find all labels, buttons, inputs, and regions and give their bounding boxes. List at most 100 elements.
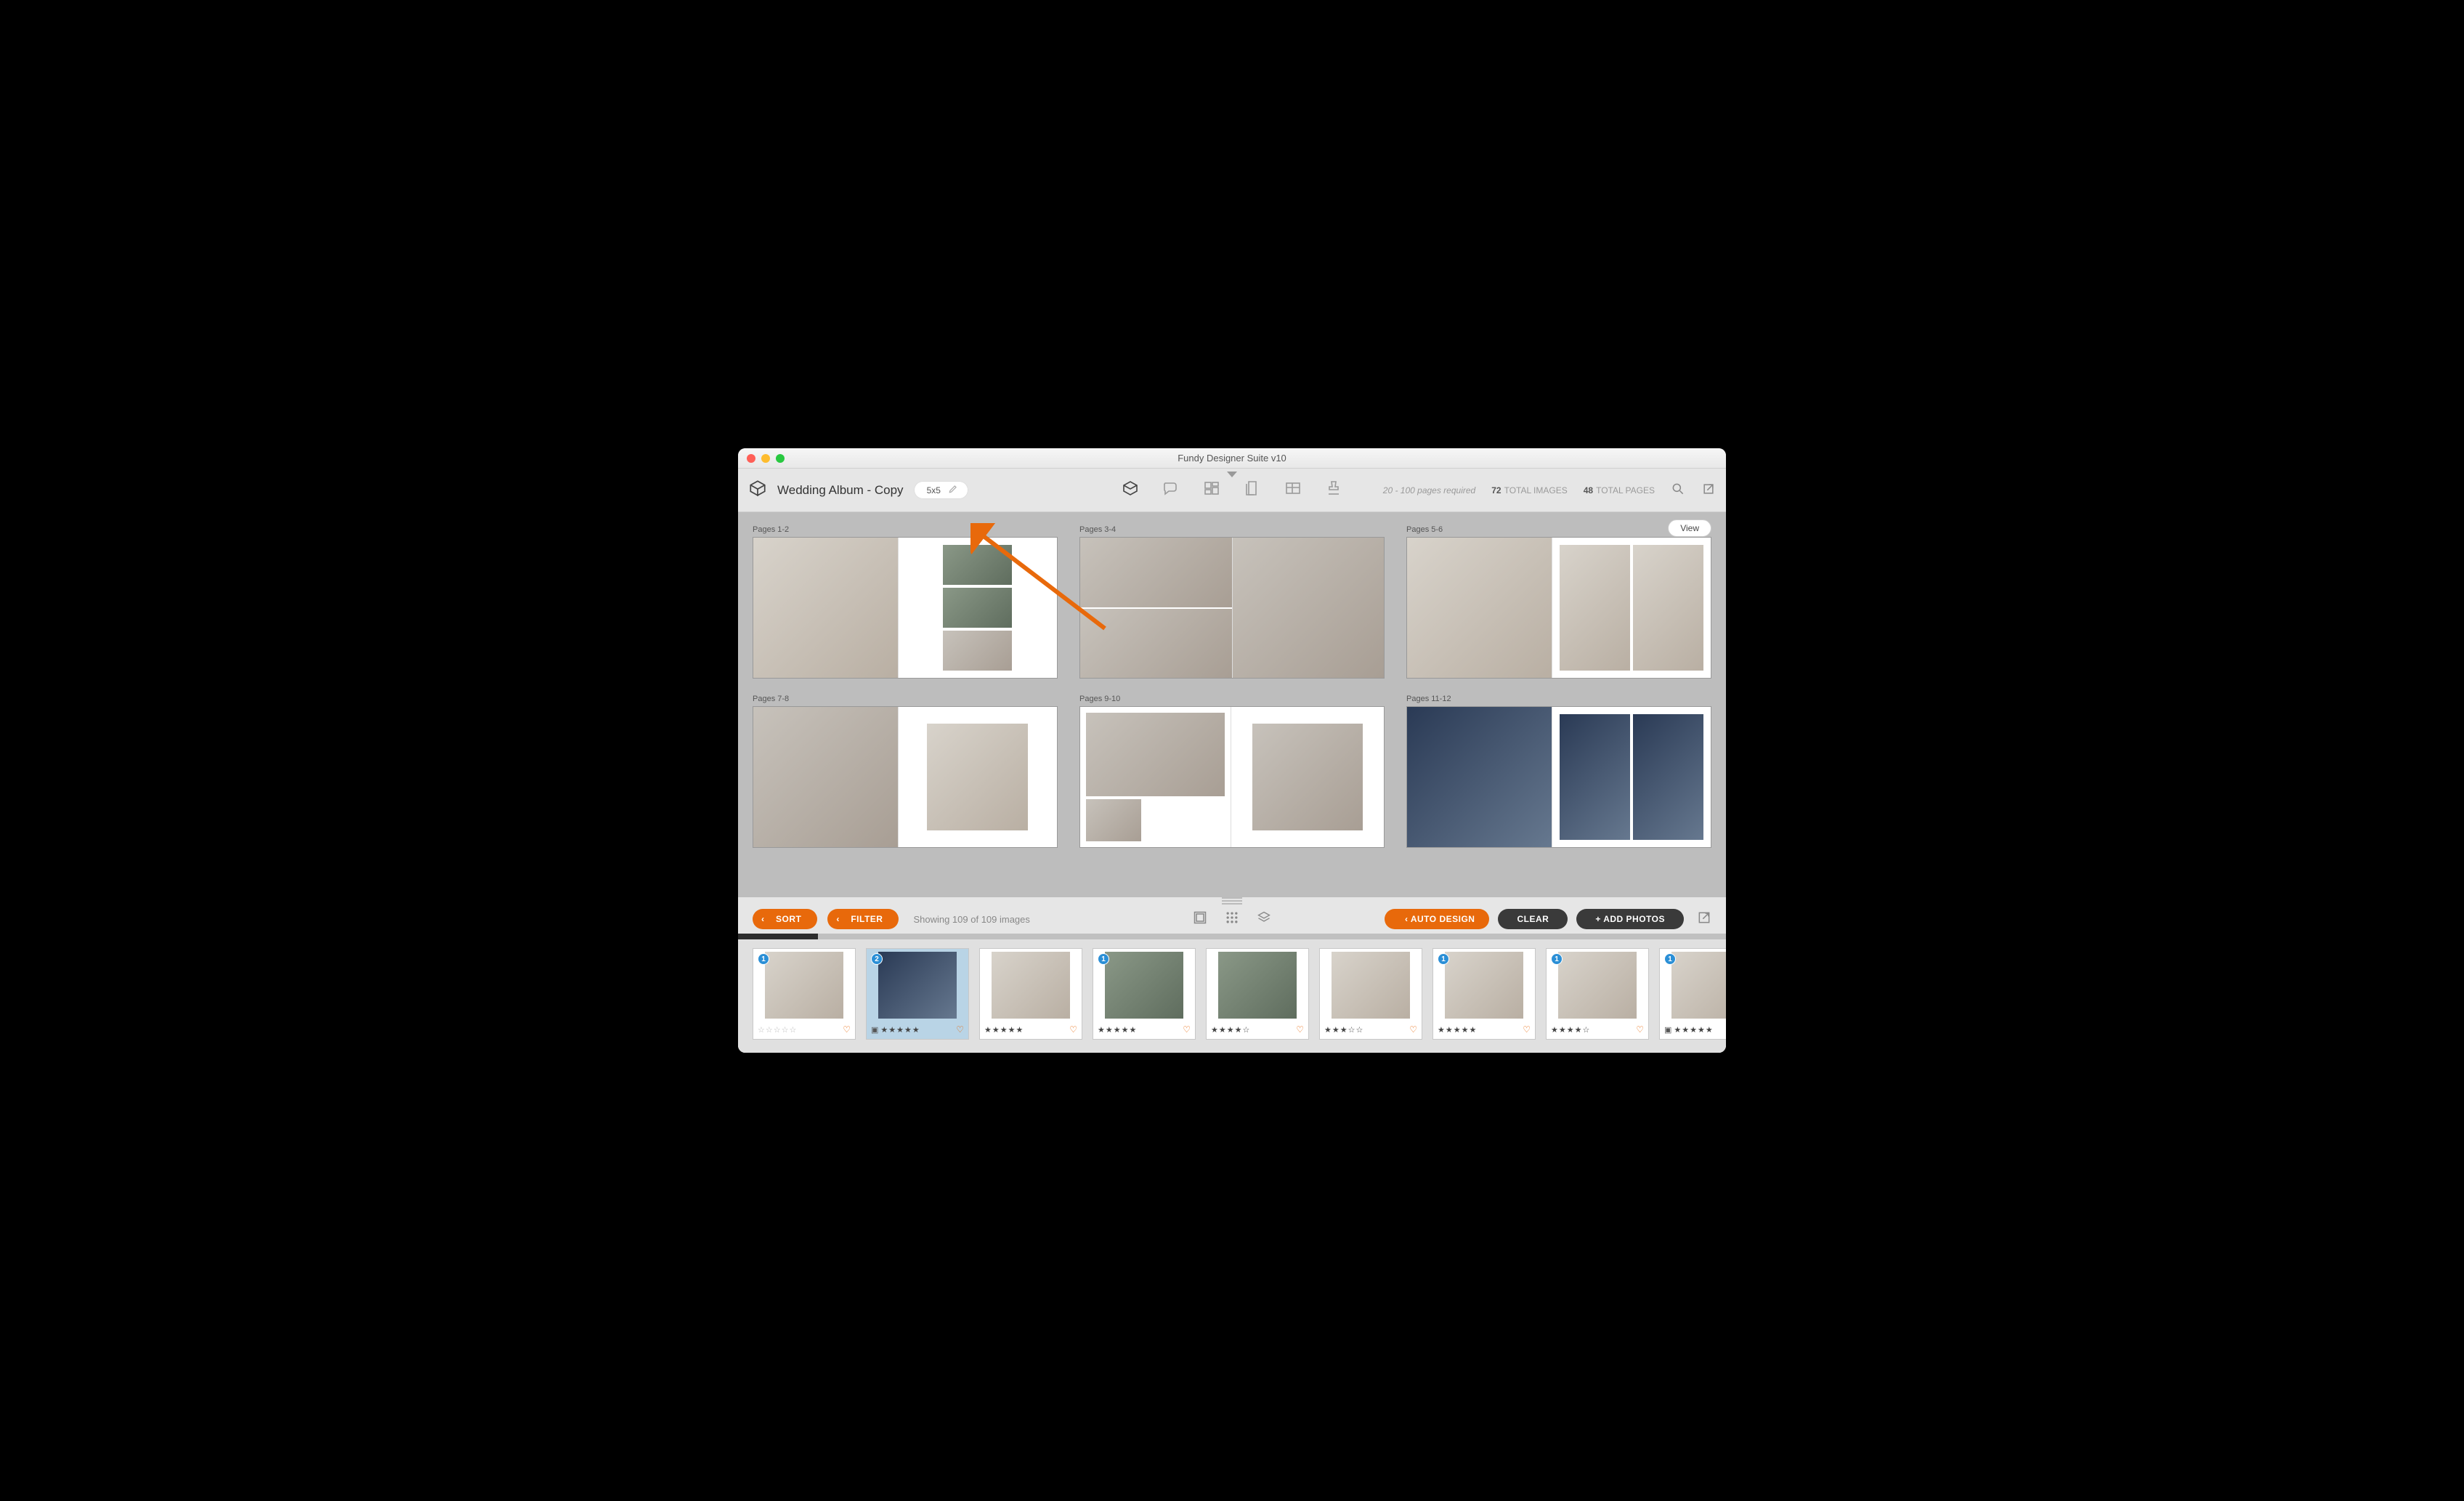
window-title: Fundy Designer Suite v10	[738, 453, 1726, 464]
book-icon: ▣	[1664, 1026, 1672, 1035]
image-well-panel: ‹ SORT ‹ FILTER Showing 109 of 109 image…	[738, 897, 1726, 1053]
panel-actions: ‹ AUTO DESIGN CLEAR + ADD PHOTOS	[1385, 909, 1711, 929]
pages-icon[interactable]	[1244, 480, 1261, 501]
app-icon	[748, 479, 767, 501]
star-rating[interactable]: ★★★★☆	[1211, 1025, 1250, 1035]
pages-required: 20 - 100 pages required	[1383, 485, 1475, 495]
favorite-icon[interactable]: ♡	[1183, 1024, 1191, 1035]
star-rating[interactable]: ▣★★★★★	[871, 1025, 920, 1035]
thumbnail-item[interactable]: 2 ▣★★★★★ ♡	[866, 948, 969, 1040]
well-tabstrip[interactable]	[738, 934, 1726, 939]
view-button[interactable]: View	[1668, 519, 1711, 537]
panel-view-switch	[1193, 910, 1271, 928]
spread-item[interactable]: Pages 5-6	[1406, 525, 1711, 679]
total-pages: 48TOTAL PAGES	[1584, 485, 1655, 495]
thumbnail-item[interactable]: 1 ★★★★★ ♡	[1093, 948, 1196, 1040]
thumbnail-image	[1445, 952, 1523, 1019]
album-size-label: 5x5	[927, 485, 941, 495]
usage-badge: 1	[1664, 953, 1676, 965]
favorite-icon[interactable]: ♡	[1409, 1024, 1417, 1035]
panel-toolbar: ‹ SORT ‹ FILTER Showing 109 of 109 image…	[738, 905, 1726, 934]
stamp-icon[interactable]	[1325, 480, 1342, 501]
spread-label: Pages 3-4	[1079, 525, 1385, 534]
thumbnail-item[interactable]: 1 ☆☆☆☆☆ ♡	[753, 948, 856, 1040]
thumbnail-item[interactable]: 1★★★★★♡	[1432, 948, 1536, 1040]
grid-view-icon[interactable]	[1193, 910, 1207, 928]
star-rating[interactable]: ▣★★★★★	[1664, 1025, 1714, 1035]
usage-badge: 1	[758, 953, 769, 965]
book-icon: ▣	[871, 1026, 879, 1035]
spread-item[interactable]: Pages 9-10	[1079, 695, 1385, 848]
usage-badge: 2	[871, 953, 883, 965]
favorite-icon[interactable]: ♡	[1069, 1024, 1077, 1035]
thumbnail-item[interactable]: ★★★★★ ♡	[979, 948, 1082, 1040]
chevron-left-icon: ‹	[1405, 914, 1409, 924]
favorite-icon[interactable]: ♡	[843, 1024, 851, 1035]
thumbnail-image	[1332, 952, 1410, 1019]
spread-label: Pages 5-6	[1406, 525, 1711, 534]
thumbnail-item[interactable]: 1 ★★★★☆ ♡	[1546, 948, 1649, 1040]
mode-switcher	[1122, 480, 1342, 501]
close-window[interactable]	[747, 454, 755, 463]
favorite-icon[interactable]: ♡	[1636, 1024, 1644, 1035]
thumbnail-item[interactable]: 1▣★★★★★♡	[1659, 948, 1726, 1040]
panel-resize-handle[interactable]	[738, 897, 1726, 905]
app-window: Fundy Designer Suite v10 Wedding Album -…	[738, 448, 1726, 1053]
total-images: 72TOTAL IMAGES	[1491, 485, 1568, 495]
spread-label: Pages 11-12	[1406, 695, 1711, 703]
thumbnail-strip: 1☆☆☆☆☆♡2▣★★★★★♡★★★★★♡1★★★★★♡★★★★☆♡★★★☆☆♡…	[738, 939, 1726, 1053]
search-icon[interactable]	[1671, 482, 1685, 498]
star-rating[interactable]: ★★★★★	[1098, 1025, 1137, 1035]
chevron-left-icon: ‹	[836, 914, 840, 924]
usage-badge: 1	[1098, 953, 1109, 965]
clear-button[interactable]: CLEAR	[1498, 909, 1568, 929]
add-photos-button[interactable]: + ADD PHOTOS	[1576, 909, 1684, 929]
thumbnail-image	[1218, 952, 1297, 1019]
star-rating[interactable]: ★★★★★	[984, 1025, 1024, 1035]
spread-label: Pages 1-2	[753, 525, 1058, 534]
star-rating[interactable]: ☆☆☆☆☆	[758, 1025, 797, 1035]
main-toolbar: Wedding Album - Copy 5x5	[738, 469, 1726, 512]
spread-item[interactable]: Pages 7-8	[753, 695, 1058, 848]
favorite-icon[interactable]: ♡	[1523, 1024, 1531, 1035]
popout-icon[interactable]	[1697, 910, 1711, 928]
layers-icon[interactable]	[1257, 910, 1271, 928]
minimize-window[interactable]	[761, 454, 770, 463]
auto-design-button[interactable]: ‹ AUTO DESIGN	[1385, 909, 1490, 929]
star-rating[interactable]: ★★★★☆	[1551, 1025, 1590, 1035]
spread-item[interactable]: Pages 1-2	[753, 525, 1058, 679]
album-size-button[interactable]: 5x5	[914, 481, 968, 499]
dot-grid-icon[interactable]	[1225, 910, 1239, 928]
chevron-left-icon: ‹	[761, 914, 765, 924]
showing-count: Showing 109 of 109 images	[913, 914, 1029, 925]
usage-badge: 1	[1551, 953, 1563, 965]
star-rating[interactable]: ★★★☆☆	[1324, 1025, 1363, 1035]
filter-button[interactable]: ‹ FILTER	[827, 909, 899, 929]
thumbnail-image	[878, 952, 957, 1019]
window-controls	[738, 454, 785, 463]
sort-button[interactable]: ‹ SORT	[753, 909, 817, 929]
favorite-icon[interactable]: ♡	[956, 1024, 964, 1035]
thumbnail-item[interactable]: ★★★☆☆ ♡	[1319, 948, 1422, 1040]
edit-icon	[948, 484, 958, 496]
spread-label: Pages 7-8	[753, 695, 1058, 703]
thumbnail-image	[1671, 952, 1726, 1019]
favorite-icon[interactable]: ♡	[1296, 1024, 1304, 1035]
gallery-icon[interactable]	[1284, 480, 1302, 501]
designer-mode-icon[interactable]	[1122, 480, 1139, 501]
titlebar: Fundy Designer Suite v10	[738, 448, 1726, 469]
album-name: Wedding Album - Copy	[777, 483, 904, 498]
thumbnail-image	[992, 952, 1070, 1019]
thumbnail-item[interactable]: ★★★★☆ ♡	[1206, 948, 1309, 1040]
spreads-grid: Pages 1-2 Pages 3-4 Pages 5-6	[753, 525, 1711, 848]
zoom-window[interactable]	[776, 454, 785, 463]
spread-item[interactable]: Pages 3-4	[1079, 525, 1385, 679]
star-rating[interactable]: ★★★★★	[1438, 1025, 1477, 1035]
thumbnail-image	[765, 952, 843, 1019]
header-stats: 20 - 100 pages required 72TOTAL IMAGES 4…	[1383, 482, 1716, 498]
layout-icon[interactable]	[1203, 480, 1220, 501]
external-icon[interactable]	[1701, 482, 1716, 498]
spread-item[interactable]: Pages 11-12	[1406, 695, 1711, 848]
chat-icon[interactable]	[1162, 480, 1180, 501]
thumbnail-image	[1105, 952, 1183, 1019]
